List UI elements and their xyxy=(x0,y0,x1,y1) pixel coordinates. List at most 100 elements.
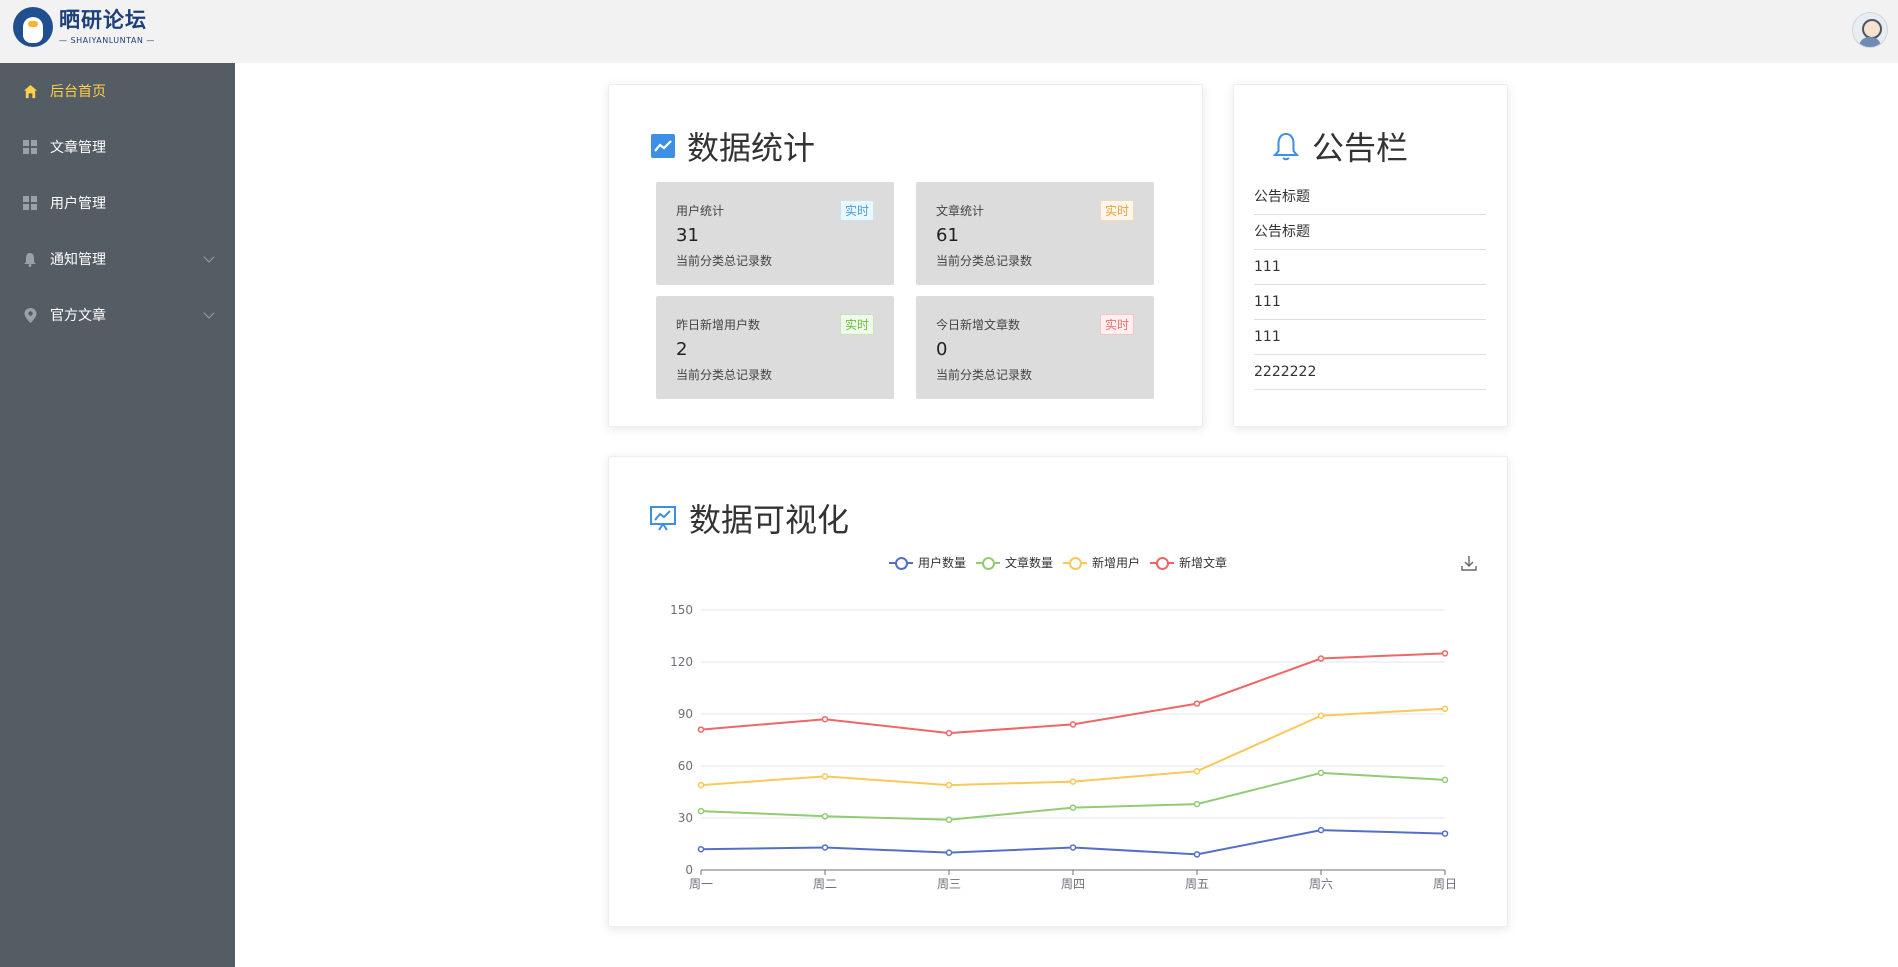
sidebar-item-users[interactable]: 用户管理 xyxy=(0,175,235,231)
stat-label: 昨日新增用户数 xyxy=(676,318,761,332)
stat-sub: 当前分类总记录数 xyxy=(676,254,773,268)
y-tick-label: 120 xyxy=(670,655,693,669)
stats-title: 数据统计 xyxy=(651,123,815,169)
series-line xyxy=(700,652,1446,735)
x-tick-label: 周三 xyxy=(937,877,961,891)
home-icon xyxy=(22,83,38,99)
notice-card: 公告栏 公告标题 公告标题 111 111 111 2222222 xyxy=(1233,84,1508,427)
data-point xyxy=(821,715,829,723)
data-point xyxy=(821,813,829,820)
logo-subtitle: — SHAIYANLUNTAN — xyxy=(59,35,155,45)
chevron-down-icon xyxy=(203,307,215,319)
stat-sub: 当前分类总记录数 xyxy=(936,368,1033,382)
stat-sub: 当前分类总记录数 xyxy=(676,368,773,382)
stat-sub: 当前分类总记录数 xyxy=(936,254,1033,268)
stats-title-text: 数据统计 xyxy=(687,129,816,167)
sidebar-item-label: 后台首页 xyxy=(50,84,106,100)
sidebar-item-official-articles[interactable]: 官方文章 xyxy=(0,287,235,343)
site-logo[interactable]: 晒研论坛 — SHAIYANLUNTAN — xyxy=(13,7,155,47)
y-tick-label: 150 xyxy=(670,603,693,617)
penguin-logo-icon xyxy=(13,7,53,47)
stat-card-users: 用户统计 实时 31 当前分类总记录数 xyxy=(656,182,894,285)
sidebar-item-label: 通知管理 xyxy=(50,252,106,268)
sidebar-item-notifications[interactable]: 通知管理 xyxy=(0,231,235,287)
notice-item[interactable]: 2222222 xyxy=(1254,355,1486,390)
sidebar-item-articles[interactable]: 文章管理 xyxy=(0,119,235,175)
sidebar-item-label: 文章管理 xyxy=(50,140,106,156)
data-point xyxy=(1317,712,1325,719)
sidebar-item-label: 用户管理 xyxy=(50,196,106,212)
data-point xyxy=(1441,705,1449,713)
top-header: 晒研论坛 — SHAIYANLUNTAN — xyxy=(0,0,1898,63)
data-point xyxy=(1069,844,1077,851)
y-tick-label: 30 xyxy=(678,811,693,825)
data-point xyxy=(1193,800,1201,808)
realtime-badge: 实时 xyxy=(1099,314,1134,335)
notice-list: 公告标题 公告标题 111 111 111 2222222 xyxy=(1254,180,1486,390)
x-tick-label: 周一 xyxy=(689,877,713,891)
bell-icon xyxy=(1272,131,1300,161)
notice-item[interactable]: 111 xyxy=(1254,285,1486,320)
data-point xyxy=(1317,769,1325,777)
notice-title: 公告栏 xyxy=(1272,123,1408,169)
data-point xyxy=(945,729,953,737)
stat-value: 61 xyxy=(936,225,959,246)
y-tick-label: 90 xyxy=(678,707,693,721)
data-point xyxy=(697,845,705,853)
realtime-badge: 实时 xyxy=(1099,200,1134,221)
notice-title-text: 公告栏 xyxy=(1312,129,1409,167)
x-tick-label: 周二 xyxy=(813,877,837,891)
sidebar-item-home[interactable]: 后台首页 xyxy=(0,63,235,119)
data-point xyxy=(697,781,705,789)
stat-label: 文章统计 xyxy=(936,204,985,218)
chevron-down-icon xyxy=(203,251,215,263)
logo-title: 晒研论坛 xyxy=(59,7,147,32)
notice-item[interactable]: 111 xyxy=(1254,320,1486,355)
stats-card: 数据统计 用户统计 实时 31 当前分类总记录数 文章统计 实时 61 当前分类… xyxy=(608,84,1203,427)
visualization-card: 数据可视化 用户数量 文章数量 新增用户 新增文章 0 30 60 90 120 150 周… xyxy=(608,456,1508,927)
stat-value: 0 xyxy=(936,339,948,360)
grid-icon xyxy=(22,195,38,211)
stat-card-articles: 文章统计 实时 61 当前分类总记录数 xyxy=(916,182,1154,285)
data-point xyxy=(1193,851,1201,858)
location-icon xyxy=(22,307,38,323)
logo-text: 晒研论坛 — SHAIYANLUNTAN — xyxy=(59,7,155,45)
data-point xyxy=(821,773,829,780)
stat-value: 31 xyxy=(676,225,699,246)
data-point xyxy=(1441,776,1449,784)
sidebar-item-label: 官方文章 xyxy=(50,308,106,324)
data-point xyxy=(1193,700,1201,707)
series-line xyxy=(700,829,1446,856)
data-point xyxy=(1317,655,1325,662)
grid-icon xyxy=(22,139,38,155)
data-point xyxy=(945,849,953,856)
line-chart: 0 30 60 90 120 150 周一 周二 周三 周四 周五 周六 周日 xyxy=(670,603,1457,891)
user-avatar[interactable] xyxy=(1852,12,1888,48)
data-point xyxy=(1069,721,1077,728)
notice-item[interactable]: 公告标题 xyxy=(1254,180,1486,215)
data-point xyxy=(945,816,953,823)
stat-value: 2 xyxy=(676,339,688,360)
realtime-badge: 实时 xyxy=(839,314,874,335)
data-point xyxy=(1069,804,1077,811)
data-point xyxy=(1317,826,1325,834)
y-tick-label: 60 xyxy=(678,759,693,773)
notice-item[interactable]: 公告标题 xyxy=(1254,215,1486,250)
x-tick-label: 周四 xyxy=(1061,877,1085,891)
data-point xyxy=(1193,767,1201,775)
bell-icon xyxy=(22,251,38,267)
stat-label: 今日新增文章数 xyxy=(936,318,1021,332)
data-point xyxy=(1441,830,1449,837)
data-point xyxy=(1441,650,1449,657)
data-point xyxy=(1069,778,1077,785)
sidebar-menu: 后台首页 文章管理 用户管理 通知管理 官方文章 xyxy=(0,63,235,967)
trend-chart-icon xyxy=(651,134,675,158)
stat-card-new-articles: 今日新增文章数 实时 0 当前分类总记录数 xyxy=(916,296,1154,399)
x-tick-label: 周六 xyxy=(1309,877,1333,891)
stat-label: 用户统计 xyxy=(676,204,725,218)
stat-card-new-users: 昨日新增用户数 实时 2 当前分类总记录数 xyxy=(656,296,894,399)
data-point xyxy=(697,726,705,733)
notice-item[interactable]: 111 xyxy=(1254,250,1486,285)
data-point xyxy=(821,844,829,851)
data-point xyxy=(697,807,705,815)
